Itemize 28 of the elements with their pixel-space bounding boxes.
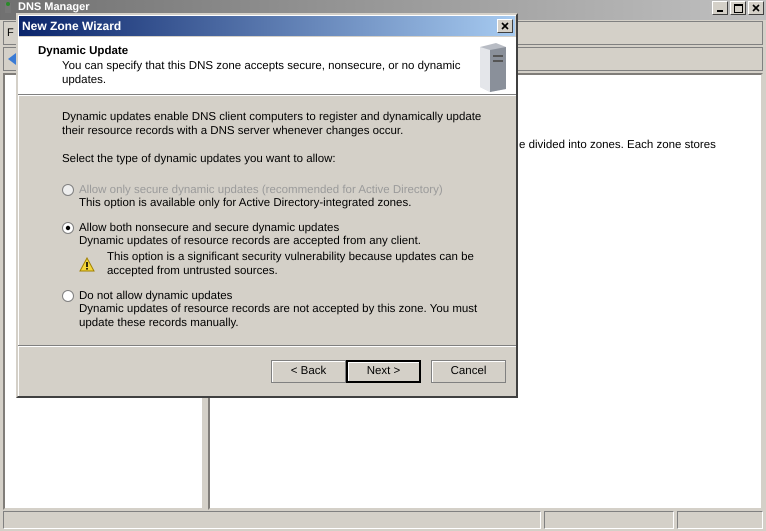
radio-button[interactable] xyxy=(62,222,74,234)
warning-text: This option is a significant security vulnerability because updates can be accepted from untrusted sources. xyxy=(107,250,475,278)
details-text: e divided into zones. Each zone stores xyxy=(519,139,716,151)
wizard-button[interactable]: Next > xyxy=(346,360,421,382)
dialog-title: New Zone Wizard xyxy=(22,19,122,33)
radio-button[interactable] xyxy=(62,290,74,302)
header-subtitle: You can specify that this DNS zone accepts secure, nonsecure, or no dynamic updates. xyxy=(61,59,462,87)
wizard-button[interactable]: Cancel xyxy=(431,360,506,382)
close-button[interactable] xyxy=(748,1,764,15)
prompt-text: Select the type of dynamic updates you want to allow: xyxy=(62,152,337,166)
warning-icon xyxy=(79,256,95,272)
back-arrow-icon[interactable] xyxy=(7,52,17,66)
header-title: Dynamic Update xyxy=(38,45,130,57)
menu-item[interactable]: F xyxy=(7,27,14,39)
option-description: Dynamic updates of resource records are not accepted by this zone. You must update these records manually. xyxy=(78,302,478,330)
option-description: Dynamic updates of resource records are accepted from any client. xyxy=(78,234,422,248)
minimize-button[interactable] xyxy=(712,1,728,15)
maximize-button[interactable] xyxy=(730,1,746,15)
option-label[interactable]: Allow both nonsecure and secure dynamic updates xyxy=(79,222,340,234)
close-icon xyxy=(752,4,760,12)
wizard-button[interactable]: < Back xyxy=(271,360,346,382)
maximize-icon xyxy=(734,4,742,12)
intro-text: Dynamic updates enable DNS client computers to register and dynamically update their resource records with a DNS server whenever changes occur. xyxy=(62,110,482,138)
option-label[interactable]: Do not allow dynamic updates xyxy=(79,290,232,302)
close-icon xyxy=(501,22,509,30)
option-description: This option is available only for Active Directory-integrated zones. xyxy=(78,196,412,210)
window-title: DNS Manager xyxy=(18,1,90,13)
close-button[interactable] xyxy=(497,19,513,33)
